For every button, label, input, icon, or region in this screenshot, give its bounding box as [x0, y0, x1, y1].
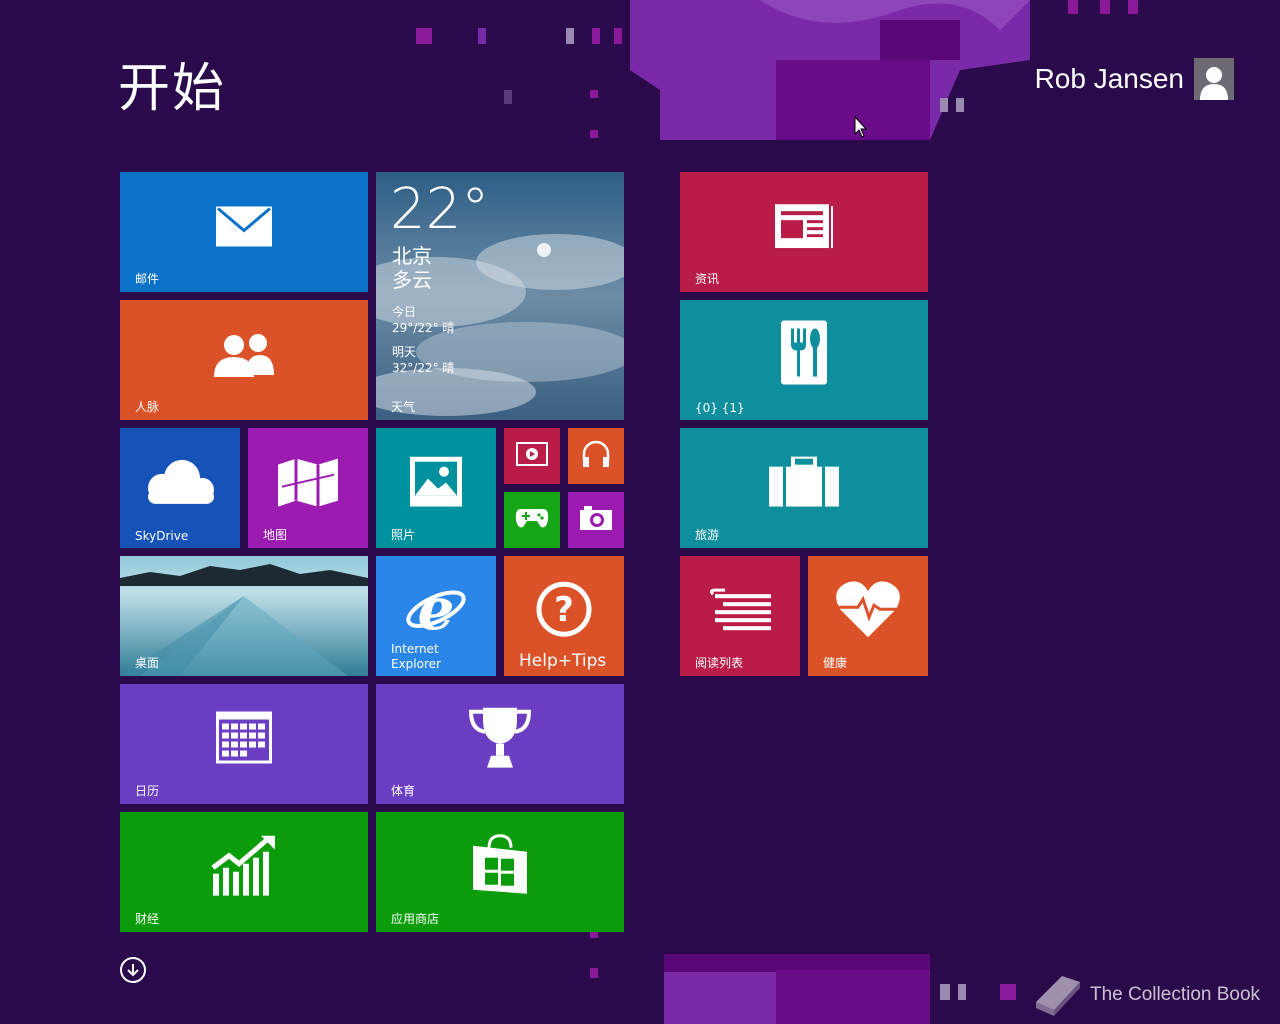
tile-internet-explorer[interactable]: e Internet Explorer: [376, 556, 496, 676]
people-icon: [212, 331, 276, 381]
svg-text:?: ?: [554, 590, 574, 630]
mail-icon: [216, 206, 272, 250]
tile-reading-list[interactable]: 阅读列表: [680, 556, 800, 676]
finance-chart-icon: [211, 834, 277, 900]
watermark: The Collection Book: [1032, 972, 1260, 1018]
tile-desktop[interactable]: 桌面: [120, 556, 368, 676]
tile-maps[interactable]: 地图: [248, 428, 368, 548]
fork-spoon-icon: [781, 320, 827, 389]
user-avatar-icon: [1194, 58, 1234, 100]
tile-photos[interactable]: 照片: [376, 428, 496, 548]
tile-people[interactable]: 人脉: [120, 300, 368, 420]
tile-label: SkyDrive: [135, 529, 189, 543]
book-icon: [1036, 976, 1080, 1016]
tile-help-tips[interactable]: ? Help+Tips: [504, 556, 624, 676]
tile-label: 健康: [823, 656, 848, 670]
tile-camera[interactable]: [568, 492, 624, 548]
trophy-icon: [467, 706, 533, 772]
store-bag-icon: [471, 834, 529, 900]
tile-label: 应用商店: [391, 912, 440, 926]
tile-label: 体育: [391, 784, 416, 798]
tile-music[interactable]: [568, 428, 624, 484]
tile-label: 天气: [391, 400, 416, 414]
watermark-text: The Collection Book: [1090, 984, 1261, 1005]
tile-travel[interactable]: 旅游: [680, 428, 928, 548]
weather-today-label: 今日: [392, 305, 417, 319]
tile-skydrive[interactable]: SkyDrive: [120, 428, 240, 548]
weather-condition: 多云: [392, 268, 432, 292]
tile-label: 财经: [135, 912, 160, 926]
newspaper-icon: [775, 204, 833, 252]
gamepad-icon: [515, 507, 549, 533]
tile-news[interactable]: 资讯: [680, 172, 928, 292]
tile-label: {0} {1}: [695, 401, 745, 415]
internet-explorer-icon: e: [406, 575, 466, 643]
arrow-down-icon: [127, 964, 139, 977]
tile-label: 地图: [263, 528, 288, 542]
tile-label: 桌面: [135, 656, 160, 670]
tile-weather[interactable]: 22° 北京 多云 今日 29°/22° 晴 明天 32°/22° 晴 天气: [376, 172, 624, 420]
tile-sports[interactable]: 体育: [376, 684, 624, 804]
help-icon: ?: [536, 581, 592, 641]
calendar-icon: [216, 711, 272, 768]
tile-health[interactable]: 健康: [808, 556, 928, 676]
tile-mail[interactable]: 邮件: [120, 172, 368, 292]
photo-icon: [410, 456, 462, 511]
weather-city: 北京: [392, 244, 432, 268]
suitcase-icon: [769, 454, 839, 511]
heart-icon: [836, 581, 900, 641]
tile-label: 人脉: [135, 400, 160, 414]
user-account[interactable]: Rob Jansen: [1035, 58, 1234, 100]
tile-label: Help+Tips: [519, 651, 607, 671]
video-icon: [516, 442, 548, 470]
tile-finance[interactable]: 财经: [120, 812, 368, 932]
tile-food[interactable]: {0} {1}: [680, 300, 928, 420]
reading-list-icon: [709, 588, 771, 636]
tile-label: 旅游: [695, 528, 720, 542]
start-title: 开始: [118, 59, 227, 119]
svg-text:e: e: [418, 581, 455, 637]
cloud-icon: [140, 458, 220, 510]
tile-label: 阅读列表: [695, 656, 744, 670]
tile-label: 资讯: [695, 272, 720, 286]
tile-label: 邮件: [135, 272, 160, 286]
map-icon: [278, 457, 338, 511]
tile-store[interactable]: 应用商店: [376, 812, 624, 932]
all-apps-button[interactable]: [120, 957, 146, 983]
weather-today-forecast: 29°/22° 晴: [392, 321, 455, 335]
camera-icon: [580, 506, 612, 534]
tile-calendar[interactable]: 日历: [120, 684, 368, 804]
weather-temperature: 22°: [390, 177, 490, 242]
weather-tomorrow-label: 明天: [392, 345, 417, 359]
user-name: Rob Jansen: [1034, 63, 1184, 94]
tile-label-line1: Internet: [391, 642, 439, 656]
headphones-icon: [581, 440, 611, 472]
tile-label: 照片: [391, 528, 416, 542]
mouse-cursor-icon: [854, 116, 868, 138]
tile-video[interactable]: [504, 428, 560, 484]
weather-tomorrow-forecast: 32°/22° 晴: [392, 361, 455, 375]
tile-label-line2: Explorer: [391, 657, 441, 671]
tile-label: 日历: [135, 784, 160, 798]
tile-games[interactable]: [504, 492, 560, 548]
